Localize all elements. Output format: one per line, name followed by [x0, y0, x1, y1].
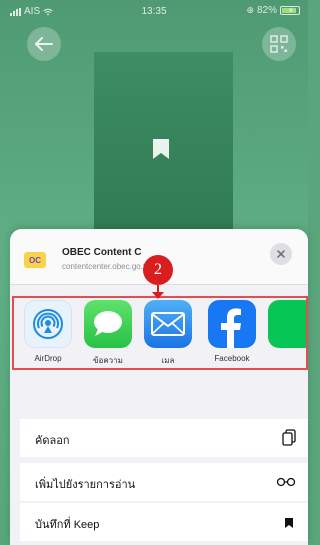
- shared-app-domain: contentcenter.obec.go.th: [62, 262, 150, 271]
- battery-percent: 82%: [256, 5, 277, 16]
- save-to-keep-action[interactable]: บันทึกที่ Keep: [20, 503, 308, 541]
- app-logo: OC: [24, 252, 46, 268]
- app-logo-text: OC: [29, 255, 41, 265]
- back-button[interactable]: [27, 27, 61, 61]
- add-to-reading-list-action[interactable]: เพิ่มไปยังรายการอ่าน: [20, 463, 308, 501]
- qr-code-button[interactable]: [262, 27, 296, 61]
- copy-action[interactable]: คัดลอก: [20, 419, 308, 457]
- annotation-arrow-head: [152, 292, 164, 299]
- step-number-badge: 2: [143, 255, 173, 285]
- close-button[interactable]: [270, 243, 292, 265]
- copy-icon: [282, 429, 296, 446]
- status-right: ⊕ 82% ⚡: [246, 5, 300, 16]
- shared-app-title: OBEC Content C: [62, 247, 142, 258]
- annotation-highlight-box: [12, 296, 308, 370]
- keep-action-label: บันทึกที่ Keep: [35, 519, 100, 531]
- copy-action-label: คัดลอก: [35, 435, 70, 447]
- keep-bookmark-icon: [285, 518, 293, 528]
- reading-list-action-label: เพิ่มไปยังรายการอ่าน: [35, 479, 136, 491]
- status-bar: AIS 13:35 ⊕ 82% ⚡: [0, 0, 308, 24]
- qr-code-icon: [270, 35, 288, 53]
- close-icon: [277, 250, 285, 258]
- bookmark-icon: [153, 139, 169, 159]
- battery-icon: ⚡: [280, 6, 300, 15]
- glasses-icon: [276, 477, 296, 487]
- orientation-lock-icon: ⊕: [246, 5, 254, 15]
- back-arrow-icon: [35, 37, 53, 51]
